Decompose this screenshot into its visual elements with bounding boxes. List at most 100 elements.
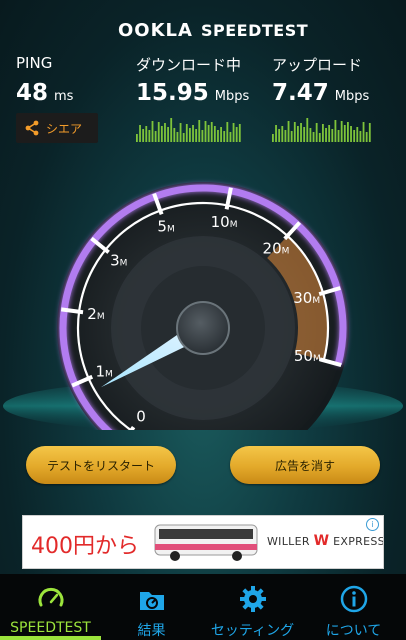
sparkline-bar: [287, 121, 290, 142]
sparkline-bar: [347, 122, 349, 142]
sparkline-bar: [359, 131, 362, 142]
sparkline-bar: [356, 127, 359, 142]
ad-brand: WILLER W EXPRESS: [267, 533, 384, 549]
sparkline-bar: [309, 128, 312, 142]
sparkline-bar: [217, 130, 219, 142]
sparkline-bar: [343, 125, 346, 142]
sparkline-bar: [328, 125, 331, 142]
sparkline-bar: [350, 126, 352, 142]
sparkline-bar: [145, 126, 148, 142]
ping-unit: ms: [54, 89, 74, 104]
sparkline-bar: [232, 123, 235, 142]
sparkline-bar: [275, 125, 277, 142]
gauge-hub: [176, 301, 230, 355]
sparkline-bar: [325, 128, 327, 142]
download-value-row: 15.95 Mbps: [136, 80, 249, 106]
share-icon: [25, 120, 39, 136]
gear-icon: [240, 586, 266, 612]
sparkline-bar: [154, 131, 157, 142]
sparkline-bar: [210, 122, 213, 142]
sparkline-bar: [157, 122, 160, 142]
sparkline-bar: [229, 132, 232, 142]
sparkline-bar: [182, 133, 185, 142]
tab-results-label: 結果: [137, 623, 166, 639]
tab-settings[interactable]: セッティング: [202, 574, 303, 640]
sparkline-bar: [198, 120, 201, 142]
sparkline-bar: [337, 130, 340, 142]
sparkline-bar: [160, 126, 163, 142]
sparkline-bar: [201, 130, 204, 142]
sparkline-bar: [170, 118, 173, 142]
sparkline-bar: [312, 132, 315, 142]
speedtest-logo: OOKLA SPEEDTEST: [118, 18, 308, 42]
sparkline-bar: [306, 118, 309, 142]
sparkline-bar: [220, 127, 222, 142]
sparkline-bar: [340, 121, 343, 142]
ping-value-row: 48 ms: [16, 80, 73, 106]
sparkline-bar: [322, 124, 324, 142]
download-unit: Mbps: [214, 89, 250, 104]
tab-results[interactable]: 結果: [101, 574, 202, 640]
remove-ads-button[interactable]: 広告を消す: [230, 446, 380, 484]
sparkline-bar: [226, 122, 229, 142]
sparkline-bar: [151, 121, 154, 142]
sparkline-bar: [148, 130, 151, 142]
sparkline-bar: [315, 123, 318, 142]
sparkline-bar: [331, 129, 334, 142]
sparkline-bar: [353, 130, 356, 142]
tab-speedtest[interactable]: SPEEDTEST: [0, 574, 101, 640]
sparkline-bar: [284, 130, 287, 142]
sparkline-bar: [290, 131, 293, 142]
sparkline-bar: [176, 132, 179, 142]
speedometer-icon: [38, 587, 64, 607]
sparkline-bar: [303, 127, 306, 142]
sparkline-bar: [278, 129, 281, 142]
upload-value: 7.47: [272, 80, 329, 106]
tab-about[interactable]: について: [303, 574, 404, 640]
sparkline-bar: [318, 133, 321, 142]
sparkline-bar: [179, 123, 182, 142]
app-header: OOKLA SPEEDTEST: [0, 0, 406, 46]
tab-about-label: について: [325, 623, 382, 639]
info-icon: [340, 585, 368, 613]
sparkline-bar: [223, 131, 226, 142]
ad-brand-prefix: WILLER: [267, 535, 314, 548]
ping-label: PING: [16, 54, 53, 72]
bus-image: [154, 524, 258, 561]
gauge-tick-label: 0: [136, 407, 146, 425]
speedtest-logo-text: SPEEDTEST: [200, 20, 309, 40]
ad-brand-suffix: EXPRESS: [329, 535, 384, 548]
share-label: シエア: [46, 121, 83, 136]
sparkline-bar: [136, 134, 138, 142]
download-value: 15.95: [136, 80, 209, 106]
sparkline-bar: [334, 120, 337, 142]
sparkline-bar: [281, 126, 284, 142]
ad-banner[interactable]: 400円から WILLER W EXPRESS i: [22, 515, 384, 569]
upload-sparkline: [272, 118, 371, 142]
gauge-tick: [60, 307, 84, 315]
active-tab-indicator: [0, 636, 101, 640]
sparkline-bar: [189, 128, 191, 142]
ad-info-icon[interactable]: i: [366, 518, 379, 531]
ping-value: 48: [16, 80, 49, 106]
download-sparkline: [136, 118, 241, 142]
sparkline-bar: [300, 123, 302, 142]
download-label: ダウンロード中: [136, 56, 242, 74]
tab-speedtest-label: SPEEDTEST: [10, 620, 91, 636]
upload-value-row: 7.47 Mbps: [272, 80, 369, 106]
sparkline-bar: [213, 126, 216, 142]
speed-gauge: 01M2M3M5M 10M20M30M50M: [3, 182, 403, 430]
results-folder-icon: [140, 592, 164, 610]
sparkline-bar: [272, 134, 274, 142]
restart-test-button[interactable]: テストをリスタート: [26, 446, 176, 484]
tab-settings-label: セッティング: [210, 623, 295, 639]
share-button[interactable]: シエア: [16, 113, 98, 143]
ookla-logo-mark: OOKLA: [118, 19, 193, 41]
sparkline-bar: [139, 125, 141, 142]
sparkline-bar: [185, 124, 188, 142]
sparkline-bar: [368, 123, 371, 142]
sparkline-bar: [195, 129, 198, 142]
sparkline-bar: [297, 126, 299, 142]
sparkline-bar: [238, 124, 241, 142]
sparkline-bar: [207, 125, 210, 142]
